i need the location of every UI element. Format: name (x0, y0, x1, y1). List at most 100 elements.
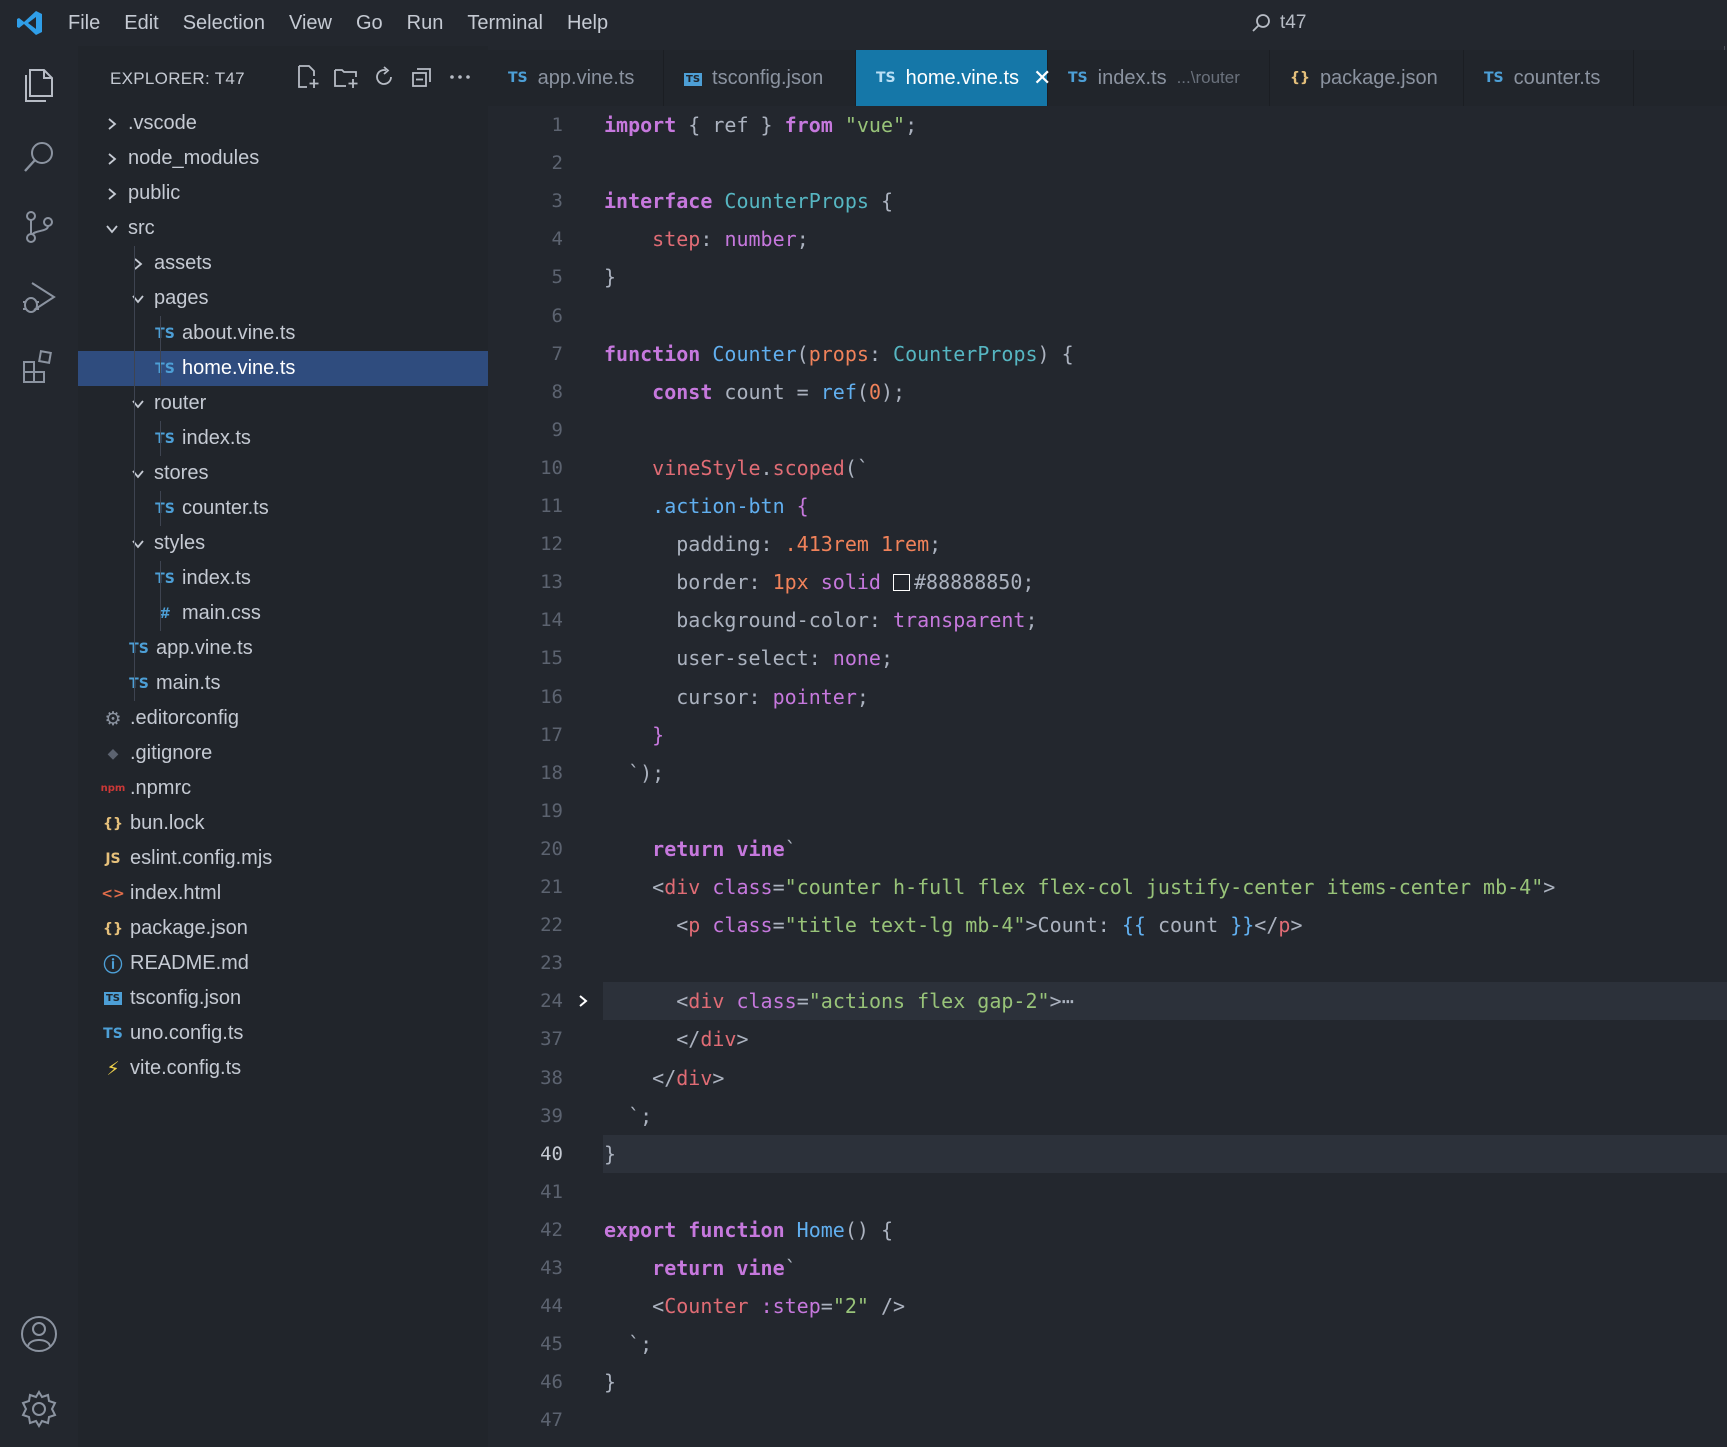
code-text: return vine` (604, 1256, 797, 1280)
folder-item[interactable]: assets (78, 246, 488, 281)
code-token: scoped (772, 456, 845, 480)
fold-chevron-icon[interactable] (573, 991, 593, 1011)
menu-item-view[interactable]: View (277, 0, 344, 46)
search-icon[interactable] (16, 134, 62, 180)
chevron-down-icon[interactable] (128, 289, 148, 309)
tab-tsconfig-json[interactable]: TS tsconfig.json (664, 50, 856, 106)
code-text: interface CounterProps { (604, 189, 893, 213)
tab-package-json[interactable]: {} package.json (1270, 50, 1464, 106)
folder-item[interactable]: node_modules (78, 141, 488, 176)
tab-index-ts[interactable]: TS index.ts ...\router (1048, 50, 1270, 106)
code-text: `; (604, 1332, 652, 1356)
folder-item[interactable]: router (78, 386, 488, 421)
tab-home-vine-ts[interactable]: TS home.vine.ts ✕ (856, 50, 1051, 106)
code-line: 19 (488, 792, 1727, 830)
file-item[interactable]: TS app.vine.ts (78, 631, 488, 666)
code-token: ; (880, 646, 893, 670)
code-editor[interactable]: 1 import { ref } from "vue"; 2 3 interface C… (488, 106, 1727, 1447)
folder-item[interactable]: styles (78, 526, 488, 561)
extensions-icon[interactable] (16, 344, 62, 390)
file-item[interactable]: TS main.ts (78, 666, 488, 701)
account-icon[interactable] (16, 1311, 62, 1357)
chevron-right-icon[interactable] (102, 149, 122, 169)
menu-item-selection[interactable]: Selection (171, 0, 277, 46)
settings-gear-icon[interactable] (16, 1386, 62, 1432)
chevron-right-icon[interactable] (102, 184, 122, 204)
menu-item-edit[interactable]: Edit (112, 0, 170, 46)
typescript-file-icon: TS (155, 325, 175, 342)
chevron-right-icon[interactable] (128, 254, 148, 274)
command-center[interactable]: t47 (1250, 0, 1306, 46)
folder-item[interactable]: public (78, 176, 488, 211)
menu-item-help[interactable]: Help (555, 0, 620, 46)
tree-item-label: main.css (182, 602, 261, 624)
indent-guide (134, 421, 135, 456)
file-item[interactable]: npm .npmrc (78, 771, 488, 806)
chevron-down-icon[interactable] (128, 464, 148, 484)
tab-counter-ts[interactable]: TS counter.ts (1464, 50, 1634, 106)
file-item[interactable]: TS home.vine.ts (78, 351, 488, 386)
file-item[interactable]: ⚙ .editorconfig (78, 701, 488, 736)
code-token: import (604, 113, 677, 137)
color-swatch[interactable] (893, 574, 911, 591)
line-number: 42 (540, 1219, 563, 1241)
file-item[interactable]: TS index.ts (78, 421, 488, 456)
file-item[interactable]: JS eslint.config.mjs (78, 841, 488, 876)
tree-item-label: .vscode (128, 112, 197, 134)
folder-item[interactable]: pages (78, 281, 488, 316)
menu-item-file[interactable]: File (60, 0, 112, 46)
folder-item[interactable]: stores (78, 456, 488, 491)
chevron-down-icon[interactable] (128, 394, 148, 414)
file-item[interactable]: # main.css (78, 596, 488, 631)
typescript-file-icon: TS (129, 675, 149, 692)
line-number: 8 (551, 381, 563, 403)
code-token: } (748, 113, 785, 137)
file-item[interactable]: TS index.ts (78, 561, 488, 596)
chevron-down-icon[interactable] (128, 534, 148, 554)
chevron-down-icon[interactable] (102, 219, 122, 239)
code-text: } (604, 723, 664, 747)
file-item[interactable]: ◆ .gitignore (78, 736, 488, 771)
more-actions-icon[interactable] (446, 60, 474, 94)
code-text: background-color: transparent; (604, 608, 1037, 632)
folder-item[interactable]: .vscode (78, 106, 488, 141)
indent-guide (134, 561, 135, 596)
file-item[interactable]: <> index.html (78, 876, 488, 911)
code-token: #88888850; (914, 570, 1035, 594)
code-line: 3 interface CounterProps { (488, 182, 1727, 220)
typescript-file-icon: TS (103, 1025, 123, 1042)
code-token: ) { (1037, 342, 1074, 366)
title-bar: File Edit Selection View Go Run Terminal Help t… (0, 0, 1727, 46)
collapse-all-icon[interactable] (408, 60, 436, 94)
code-token: CounterProps (724, 189, 869, 213)
explorer-icon[interactable] (16, 62, 62, 108)
file-item[interactable]: ⚡ vite.config.ts (78, 1051, 488, 1086)
run-debug-icon[interactable] (16, 274, 62, 320)
file-item[interactable]: TS about.vine.ts (78, 316, 488, 351)
javascript-file-icon: JS (105, 850, 121, 867)
line-number: 18 (540, 762, 563, 784)
new-folder-icon[interactable] (332, 60, 360, 94)
folder-item[interactable]: src (78, 211, 488, 246)
tree-item-label: bun.lock (130, 812, 205, 834)
tab-app-vine-ts[interactable]: TS app.vine.ts (488, 50, 664, 106)
refresh-icon[interactable] (370, 60, 398, 94)
menu-item-terminal[interactable]: Terminal (455, 0, 555, 46)
file-item[interactable]: TS tsconfig.json (78, 981, 488, 1016)
file-item[interactable]: TS uno.config.ts (78, 1016, 488, 1051)
menu-item-go[interactable]: Go (344, 0, 395, 46)
new-file-icon[interactable] (294, 60, 322, 94)
indent-guide (160, 421, 161, 456)
chevron-right-icon[interactable] (102, 114, 122, 134)
source-control-icon[interactable] (16, 204, 62, 250)
file-item[interactable]: {} package.json (78, 911, 488, 946)
file-item[interactable]: ⓘ README.md (78, 946, 488, 981)
line-number: 21 (540, 876, 563, 898)
menu-item-run[interactable]: Run (395, 0, 456, 46)
file-item[interactable]: TS counter.ts (78, 491, 488, 526)
code-token: Counter (712, 342, 797, 366)
file-item[interactable]: {} bun.lock (78, 806, 488, 841)
tab-label: app.vine.ts (537, 66, 635, 89)
